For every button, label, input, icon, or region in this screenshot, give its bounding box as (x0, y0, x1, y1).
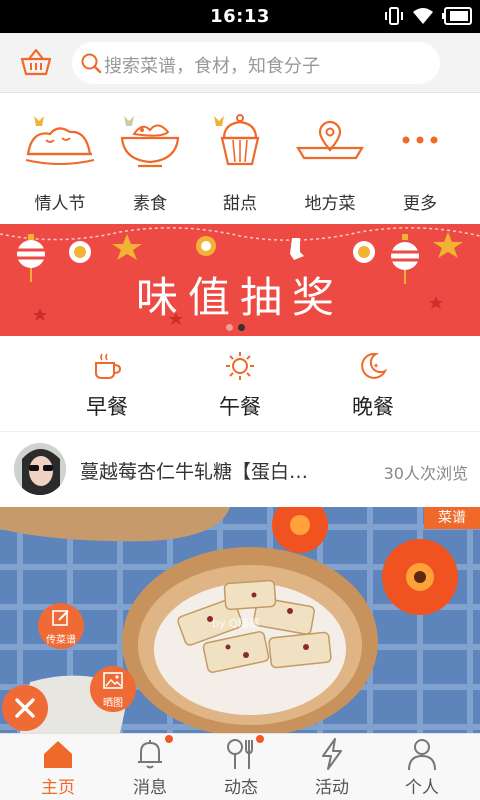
post-photo-label: 晒图 (103, 698, 123, 709)
category-valentines[interactable]: 情人节 (12, 96, 108, 224)
star-icon (112, 234, 142, 260)
nav-feed[interactable]: 动态 (193, 734, 289, 800)
edit-icon (52, 610, 69, 626)
category-label: 更多 (403, 194, 437, 214)
dumplings-icon (25, 116, 95, 165)
close-icon (15, 698, 35, 718)
nav-profile[interactable]: 个人 (374, 734, 470, 800)
avatar-image (14, 443, 66, 495)
home-icon (44, 741, 72, 768)
meal-row: 早餐 午餐 晚餐 (0, 337, 480, 432)
meal-label: 早餐 (86, 395, 128, 419)
lightning-icon (322, 738, 342, 770)
meal-dinner[interactable]: 晚餐 (323, 337, 423, 432)
salad-bowl-icon (120, 116, 180, 168)
meal-breakfast[interactable]: 早餐 (57, 337, 157, 432)
notification-badge (256, 735, 264, 743)
category-row: 情人节 素食 甜点 地方菜 更多 (0, 96, 480, 224)
app-screen: 16:13 搜索菜谱，食材，知食分子 情人节 素食 甜点 地方菜 更多 味值抽奖… (0, 0, 480, 800)
status-bar: 16:13 (0, 0, 480, 33)
meal-label: 晚餐 (352, 395, 394, 419)
bottom-nav: 主页 消息 动态 活动 个人 (0, 733, 480, 800)
category-more[interactable]: 更多 (372, 96, 468, 224)
meal-label: 午餐 (219, 395, 261, 419)
category-dessert[interactable]: 甜点 (192, 96, 288, 224)
star-icon (433, 232, 463, 258)
nav-label: 消息 (133, 778, 167, 798)
category-label: 情人节 (34, 194, 86, 214)
coffee-cup-icon (95, 353, 122, 379)
sun-icon (226, 352, 254, 380)
upload-recipe-label: 传菜谱 (46, 635, 76, 646)
nav-home[interactable]: 主页 (10, 734, 106, 800)
image-icon (103, 672, 123, 689)
search-icon (81, 53, 102, 74)
search-placeholder: 搜索菜谱，食材，知食分子 (104, 56, 320, 77)
banner-title: 味值抽奖 (135, 273, 344, 322)
wifi-icon (413, 8, 433, 24)
view-count: 30人次浏览 (383, 464, 468, 483)
category-label: 素食 (133, 194, 167, 214)
search-bar[interactable]: 搜索菜谱，食材，知食分子 (72, 42, 440, 84)
nav-label: 动态 (224, 778, 258, 798)
search-header: 搜索菜谱，食材，知食分子 (0, 33, 480, 93)
moon-icon (361, 352, 388, 379)
photo-watermark: by Q糖菓 (212, 616, 260, 630)
upload-recipe-button[interactable]: 传菜谱 (38, 603, 84, 649)
nav-label: 活动 (315, 778, 349, 798)
person-icon (408, 739, 436, 771)
utensils-icon (227, 739, 253, 769)
vibrate-icon (385, 7, 403, 25)
location-plate-icon (296, 120, 364, 160)
more-dots-icon (402, 136, 438, 144)
pager-dot-active[interactable] (238, 324, 245, 331)
post-photo-button[interactable]: 晒图 (90, 666, 136, 712)
recipe-tag[interactable]: 菜谱 (424, 507, 480, 529)
nav-label: 个人 (405, 778, 439, 798)
recipe-title[interactable]: 蔓越莓杏仁牛轧糖【蛋白… (80, 457, 360, 484)
meal-lunch[interactable]: 午餐 (190, 337, 290, 432)
nav-label: 主页 (41, 778, 75, 798)
basket-icon[interactable] (20, 47, 52, 77)
promo-banner[interactable]: 味值抽奖 (0, 224, 480, 336)
nav-messages[interactable]: 消息 (102, 734, 198, 800)
avatar[interactable] (14, 443, 66, 495)
recipe-header[interactable]: 蔓越莓杏仁牛轧糖【蛋白… 30人次浏览 (0, 436, 480, 502)
battery-icon (442, 7, 472, 25)
pager-dot[interactable] (226, 324, 233, 331)
banner-pager (226, 324, 245, 331)
category-regional[interactable]: 地方菜 (282, 96, 378, 224)
close-fab-button[interactable] (2, 685, 48, 731)
category-vegetarian[interactable]: 素食 (102, 96, 198, 224)
status-icons (384, 6, 472, 26)
category-label: 甜点 (223, 194, 257, 214)
nav-events[interactable]: 活动 (284, 734, 380, 800)
notification-badge (165, 735, 173, 743)
category-label: 地方菜 (304, 194, 356, 214)
bell-icon (138, 740, 162, 769)
cupcake-icon (214, 114, 260, 166)
